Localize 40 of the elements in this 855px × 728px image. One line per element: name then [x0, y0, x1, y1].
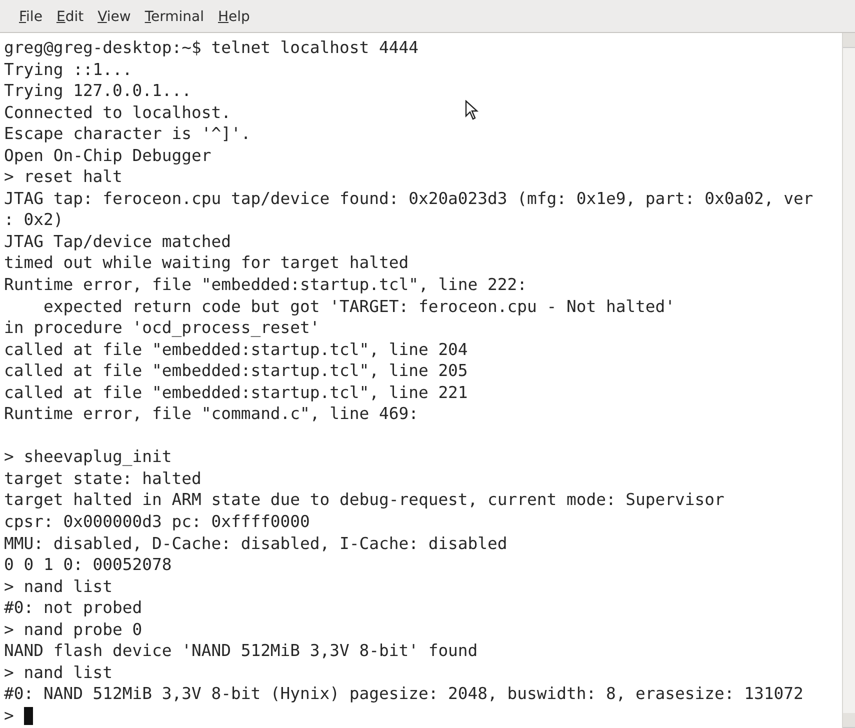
terminal-line: Runtime error, file "embedded:startup.tcl", line 222: — [4, 274, 528, 296]
terminal-line: NAND flash device 'NAND 512MiB 3,3V 8-bit' found — [4, 640, 478, 662]
menu-item[interactable]: Edit — [51, 9, 89, 25]
terminal-line: JTAG tap: feroceon.cpu tap/device found: 0x20a023d3 (mfg: 0x1e9, part: 0x0a02, ver — [4, 188, 814, 210]
terminal-line: expected return code but got 'TARGET: feroceon.cpu - Not halted' — [42, 296, 676, 318]
terminal-line: target halted in ARM state due to debug-request, current mode: Supervisor — [4, 489, 724, 512]
menu-item[interactable]: File — [14, 9, 48, 25]
terminal-line: : 0x2) — [4, 209, 64, 231]
terminal-line: called at file "embedded:startup.tcl", line 221 — [4, 382, 468, 404]
terminal-line: > sheevaplug_init — [4, 446, 172, 468]
terminal-line: timed out while waiting for target halted — [4, 252, 409, 274]
terminal-line: Trying ::1... — [4, 58, 132, 80]
terminal-line: Open On-Chip Debugger — [4, 144, 212, 166]
terminal-line: > nand list — [4, 662, 113, 684]
terminal-line: cpsr: 0x000000d3 pc: 0xffff0000 — [4, 511, 310, 533]
menu-item[interactable]: Terminal — [140, 9, 209, 25]
scroll-down-button[interactable] — [843, 713, 855, 728]
menu-item[interactable]: Help — [213, 9, 255, 25]
terminal-line: called at file "embedded:startup.tcl", line 204 — [4, 338, 468, 360]
terminal-line: MMU: disabled, D-Cache: disabled, I-Cache: disabled — [4, 532, 508, 554]
terminal-line: > reset halt — [4, 166, 122, 188]
terminal-line: Runtime error, file "command.c", line 469: — [4, 403, 418, 425]
terminal-line: target state: halted — [4, 468, 202, 490]
terminal-line: #0: NAND 512MiB 3,3V 8-bit (Hynix) pagesize: 2048, buswidth: 8, erasesize: 131072 — [4, 683, 804, 705]
terminal-line: Trying 127.0.0.1... — [4, 80, 192, 102]
terminal-line: Escape character is '^]'. — [4, 123, 251, 145]
terminal-line: > nand probe 0 — [4, 618, 142, 640]
terminal-line: Connected to localhost. — [4, 102, 231, 124]
terminal-line: #0: not probed — [4, 597, 142, 619]
terminal-line: called at file "embedded:startup.tcl", line 205 — [4, 360, 468, 382]
terminal-line: > nand list — [4, 576, 113, 598]
mouse-pointer-icon — [465, 100, 479, 120]
terminal-line: 0 0 1 0: 00052078 — [4, 554, 172, 576]
terminal-line: JTAG Tap/device matched — [4, 230, 231, 252]
terminal-line: greg@greg-desktop:~$ telnet localhost 4444 — [4, 37, 418, 59]
prompt-symbol: > — [4, 704, 14, 726]
text-cursor — [24, 706, 33, 725]
menu-item[interactable]: View — [92, 9, 136, 25]
scroll-up-button[interactable] — [843, 33, 855, 48]
terminal-line: in procedure 'ocd_process_reset' — [4, 317, 320, 339]
